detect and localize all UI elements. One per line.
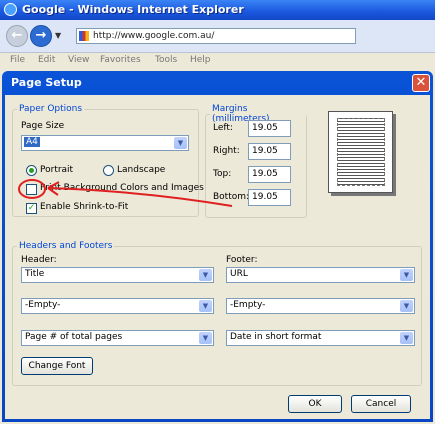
menu-file[interactable]: File — [10, 55, 25, 65]
menu-view[interactable]: View — [68, 55, 89, 65]
browser-toolbar: ← → ▼ http://www.google.com.au/ — [0, 20, 435, 53]
nav-history-dropdown-icon[interactable]: ▼ — [55, 31, 61, 40]
menu-favorites[interactable]: Favorites — [100, 55, 141, 65]
google-favicon-icon — [79, 31, 89, 41]
page-setup-dialog: Page Setup ✕ Paper Options Page Size A4 … — [2, 71, 433, 422]
annotation-arrow-line — [47, 187, 233, 207]
browser-titlebar: Google - Windows Internet Explorer — [0, 0, 435, 20]
menu-edit[interactable]: Edit — [38, 55, 55, 65]
menu-help[interactable]: Help — [190, 55, 211, 65]
red-annotation-overlay — [18, 179, 233, 207]
address-text: http://www.google.com.au/ — [93, 31, 215, 41]
browser-menubar: File Edit View Favorites Tools Help — [0, 53, 435, 68]
annotation-circle — [18, 179, 46, 199]
ie-logo-icon — [4, 3, 17, 16]
browser-title: Google - Windows Internet Explorer — [22, 3, 244, 16]
address-bar[interactable]: http://www.google.com.au/ — [76, 28, 356, 44]
back-button[interactable]: ← — [6, 25, 28, 47]
menu-tools[interactable]: Tools — [155, 55, 177, 65]
forward-button[interactable]: → — [30, 25, 52, 47]
